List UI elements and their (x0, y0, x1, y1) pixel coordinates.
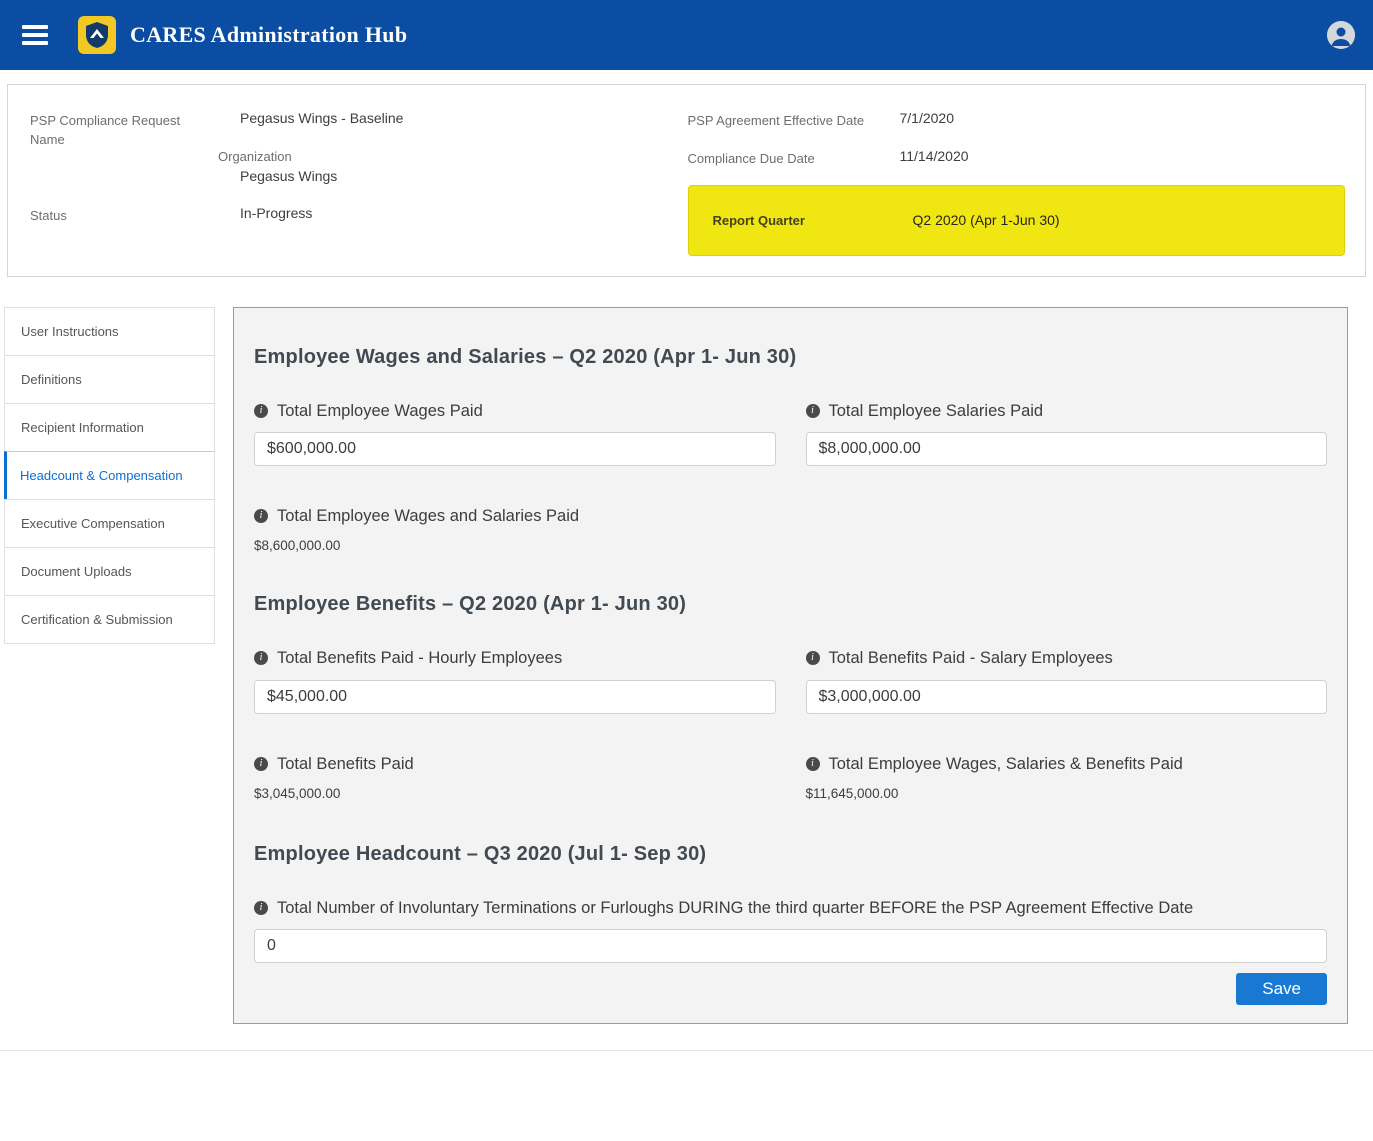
info-icon[interactable] (254, 404, 268, 418)
total-wages-label: Total Employee Wages Paid (277, 399, 483, 424)
footer-divider (0, 1050, 1373, 1051)
headcount-section-title: Employee Headcount – Q3 2020 (Jul 1- Sep… (254, 843, 1327, 866)
sidebar-item-certification-submission[interactable]: Certification & Submission (4, 595, 215, 644)
due-date-label: Compliance Due Date (688, 147, 900, 169)
hamburger-menu-icon[interactable] (22, 23, 52, 47)
due-date-value: 11/14/2020 (900, 147, 969, 169)
total-benefits-value: $3,045,000.00 (254, 786, 776, 801)
info-icon[interactable] (806, 404, 820, 418)
report-quarter-label: Report Quarter (713, 213, 891, 228)
benefits-salary-field: Total Benefits Paid - Salary Employees (806, 646, 1328, 714)
info-icon[interactable] (254, 651, 268, 665)
organization-value: Pegasus Wings (240, 167, 403, 187)
involuntary-terminations-label: Total Number of Involuntary Terminations… (277, 896, 1193, 921)
summary-right-column: PSP Agreement Effective Date 7/1/2020 Co… (688, 109, 1346, 256)
effective-date-value: 7/1/2020 (900, 109, 955, 131)
info-icon[interactable] (254, 901, 268, 915)
total-salaries-field: Total Employee Salaries Paid (806, 399, 1328, 467)
total-benefits-label: Total Benefits Paid (277, 752, 414, 777)
organization-label: Organization (218, 149, 403, 164)
sidebar-item-headcount-compensation[interactable]: Headcount & Compensation (4, 451, 215, 500)
shield-icon (84, 21, 110, 49)
status-value: In-Progress (240, 204, 312, 224)
sidebar-item-document-uploads[interactable]: Document Uploads (4, 547, 215, 596)
sidebar-item-executive-compensation[interactable]: Executive Compensation (4, 499, 215, 548)
involuntary-terminations-field: Total Number of Involuntary Terminations… (254, 896, 1327, 964)
total-wages-salaries-benefits-field: Total Employee Wages, Salaries & Benefit… (806, 752, 1328, 801)
total-wages-salaries-value: $8,600,000.00 (254, 538, 1327, 553)
info-icon[interactable] (254, 509, 268, 523)
involuntary-terminations-input[interactable] (254, 929, 1327, 963)
total-salaries-input[interactable] (806, 432, 1328, 466)
benefits-salary-label: Total Benefits Paid - Salary Employees (829, 646, 1113, 671)
summary-left-column: PSP Compliance Request Name Pegasus Wing… (30, 109, 688, 256)
wages-section-title: Employee Wages and Salaries – Q2 2020 (A… (254, 346, 1327, 369)
user-avatar-icon[interactable] (1327, 21, 1355, 49)
total-benefits-field: Total Benefits Paid $3,045,000.00 (254, 752, 776, 801)
sidebar-item-user-instructions[interactable]: User Instructions (4, 307, 215, 356)
total-wages-input[interactable] (254, 432, 776, 466)
benefits-hourly-label: Total Benefits Paid - Hourly Employees (277, 646, 562, 671)
headcount-compensation-form: Employee Wages and Salaries – Q2 2020 (A… (233, 307, 1348, 1025)
info-icon[interactable] (254, 757, 268, 771)
total-wages-field: Total Employee Wages Paid (254, 399, 776, 467)
benefits-hourly-input[interactable] (254, 680, 776, 714)
total-wages-salaries-benefits-value: $11,645,000.00 (806, 786, 1328, 801)
sidebar-item-definitions[interactable]: Definitions (4, 355, 215, 404)
section-nav-sidebar: User Instructions Definitions Recipient … (4, 307, 215, 644)
app-title: CARES Administration Hub (130, 22, 407, 48)
info-icon[interactable] (806, 757, 820, 771)
app-logo-icon (78, 16, 116, 54)
request-name-value: Pegasus Wings - Baseline (240, 109, 403, 129)
compliance-summary-card: PSP Compliance Request Name Pegasus Wing… (7, 84, 1366, 277)
benefits-salary-input[interactable] (806, 680, 1328, 714)
status-label: Status (30, 204, 208, 226)
request-name-label: PSP Compliance Request Name (30, 109, 208, 186)
benefits-section-title: Employee Benefits – Q2 2020 (Apr 1- Jun … (254, 593, 1327, 616)
total-wages-salaries-benefits-label: Total Employee Wages, Salaries & Benefit… (829, 752, 1183, 777)
benefits-hourly-field: Total Benefits Paid - Hourly Employees (254, 646, 776, 714)
save-button[interactable]: Save (1236, 973, 1327, 1005)
effective-date-label: PSP Agreement Effective Date (688, 109, 900, 131)
total-wages-salaries-field: Total Employee Wages and Salaries Paid $… (254, 504, 1327, 553)
app-header: CARES Administration Hub (0, 0, 1373, 70)
report-quarter-value: Q2 2020 (Apr 1-Jun 30) (891, 212, 1060, 228)
total-salaries-label: Total Employee Salaries Paid (829, 399, 1044, 424)
report-quarter-highlight: Report Quarter Q2 2020 (Apr 1-Jun 30) (688, 185, 1346, 256)
info-icon[interactable] (806, 651, 820, 665)
total-wages-salaries-label: Total Employee Wages and Salaries Paid (277, 504, 579, 529)
sidebar-item-recipient-information[interactable]: Recipient Information (4, 403, 215, 452)
